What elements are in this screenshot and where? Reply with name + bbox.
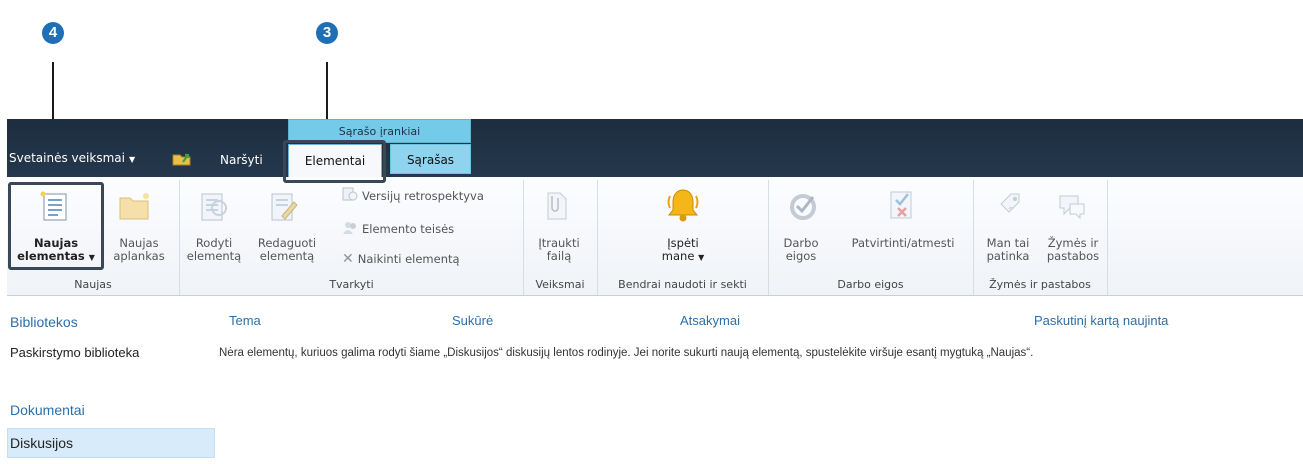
version-history-button[interactable]: Versijų retrospektyva [342, 186, 484, 205]
tags-notes-icon [1056, 190, 1088, 225]
top-bar [7, 119, 1303, 177]
group-separator [1107, 180, 1108, 295]
group-label-actions: Veiksmai [535, 278, 585, 291]
permissions-icon [342, 219, 358, 238]
group-label-share: Bendrai naudoti ir sekti [618, 278, 747, 291]
column-header-created-by[interactable]: Sukūrė [452, 313, 493, 328]
group-label-tags: Žymės ir pastabos [989, 278, 1091, 291]
nav-heading-libraries[interactable]: Bibliotekos [10, 314, 78, 330]
tab-list[interactable]: Sąrašas [390, 144, 471, 174]
attach-file-label-2: failą [546, 249, 572, 263]
new-item-button[interactable]: Naujas elementas ▼ [14, 237, 98, 264]
column-header-replies[interactable]: Atsakymai [680, 313, 740, 328]
callout-4-badge: 4 [42, 22, 64, 44]
group-label-manage: Tvarkyti [329, 278, 374, 291]
workflows-icon [788, 190, 820, 225]
group-label-new: Naujas [74, 278, 112, 291]
new-folder-label-2: aplankas [113, 249, 165, 263]
approve-reject-button[interactable]: Patvirtinti/atmesti [838, 237, 968, 250]
attach-file-icon [542, 190, 572, 225]
delete-icon: ✕ [342, 251, 354, 267]
new-item-icon [38, 190, 70, 225]
attach-file-button[interactable]: Įtraukti failą [530, 237, 588, 263]
delete-item-button[interactable]: ✕ Naikinti elementą [342, 251, 460, 267]
nav-heading-documents[interactable]: Dokumentai [10, 402, 85, 418]
site-actions-menu[interactable]: Svetainės veiksmai ▼ [9, 151, 135, 165]
view-item-icon [197, 190, 229, 225]
chevron-down-icon: ▼ [698, 253, 705, 262]
history-icon [342, 186, 358, 205]
tags-notes-label-2: pastabos [1046, 249, 1100, 263]
workflows-label-2: eigos [785, 249, 817, 263]
group-label-workflows: Darbo eigos [837, 278, 904, 291]
like-it-icon [995, 190, 1027, 225]
approve-reject-label: Patvirtinti/atmesti [851, 236, 955, 250]
like-it-button[interactable]: Man tai patinka [978, 237, 1038, 263]
version-history-label: Versijų retrospektyva [362, 188, 484, 203]
chevron-down-icon: ▼ [128, 155, 136, 164]
tags-notes-button[interactable]: Žymės ir pastabos [1040, 237, 1106, 263]
chevron-down-icon: ▼ [88, 253, 95, 262]
like-it-label-2: patinka [986, 249, 1030, 263]
callout-3-badge: 3 [316, 22, 338, 44]
view-item-button[interactable]: Rodyti elementą [186, 237, 242, 263]
delete-item-label: Naikinti elementą [357, 252, 460, 266]
nav-item-distribution-library[interactable]: Paskirstymo biblioteka [10, 345, 139, 360]
navigate-up-icon[interactable] [172, 150, 194, 166]
alert-me-label-2: mane [661, 249, 695, 263]
approve-reject-icon [886, 188, 918, 225]
edit-item-label-2: elementą [259, 249, 315, 263]
item-permissions-label: Elemento teisės [362, 221, 455, 236]
edit-item-icon [268, 190, 300, 225]
site-actions-label: Svetainės veiksmai [9, 151, 125, 165]
view-item-label-2: elementą [186, 249, 242, 263]
list-tools-context-header: Sąrašo įrankiai [288, 119, 471, 143]
new-folder-button[interactable]: Naujas aplankas [104, 237, 174, 263]
nav-item-discussions[interactable]: Diskusijos [10, 435, 73, 451]
alert-me-button[interactable]: Įspėti mane ▼ [648, 237, 718, 264]
empty-list-message: Nėra elementų, kuriuos galima rodyti šia… [219, 347, 1034, 359]
alert-bell-icon [665, 186, 701, 227]
tab-browse[interactable]: Naršyti [220, 153, 263, 167]
tab-items[interactable]: Elementai [288, 144, 382, 177]
new-item-label-2: elementas [17, 249, 85, 263]
workflows-button[interactable]: Darbo eigos [776, 237, 826, 263]
item-permissions-button[interactable]: Elemento teisės [342, 219, 454, 238]
edit-item-button[interactable]: Redaguoti elementą [254, 237, 320, 263]
column-header-subject[interactable]: Tema [229, 313, 261, 328]
new-folder-icon [118, 190, 152, 225]
column-header-last-updated[interactable]: Paskutinį kartą naujinta [1034, 313, 1168, 328]
